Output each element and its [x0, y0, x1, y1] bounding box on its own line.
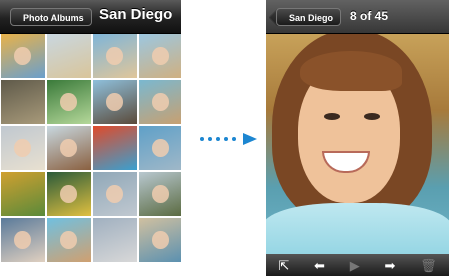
- photo-eye: [324, 113, 340, 120]
- photo-thumbnail[interactable]: [1, 34, 45, 78]
- photo-towel: [266, 203, 449, 254]
- photo-bangs: [300, 51, 402, 91]
- photo-thumbnail[interactable]: [139, 172, 181, 216]
- photo-counter: 8 of 45: [350, 9, 389, 23]
- trash-icon[interactable]: 🗑: [420, 259, 437, 272]
- dot: [200, 137, 204, 141]
- full-photo[interactable]: [266, 33, 449, 254]
- photo-toolbar: ⇱ ⬅ ▶ ➡ 🗑: [266, 254, 449, 276]
- arrow-right-icon[interactable]: ➡: [384, 259, 395, 272]
- play-icon[interactable]: ▶: [350, 259, 360, 272]
- transition-arrow-icon: [243, 133, 257, 145]
- photo-thumbnail[interactable]: [93, 172, 137, 216]
- photo-thumbnail[interactable]: [1, 80, 45, 124]
- photo-thumbnail[interactable]: [1, 126, 45, 170]
- photo-eye: [364, 113, 380, 120]
- photo-thumbnail[interactable]: [93, 80, 137, 124]
- photo-thumbnail[interactable]: [139, 34, 181, 78]
- photo-thumbnail[interactable]: [93, 34, 137, 78]
- photo-thumbnail[interactable]: [139, 126, 181, 170]
- photo-albums-back-button[interactable]: Photo Albums: [10, 8, 92, 26]
- photo-thumbnail[interactable]: [47, 172, 91, 216]
- album-navbar: Photo Albums San Diego: [0, 0, 181, 34]
- transition-dots: [200, 137, 240, 141]
- photo-view-screen: San Diego 8 of 45 ⇱ ⬅ ▶ ➡ 🗑: [266, 0, 449, 276]
- dot: [224, 137, 228, 141]
- share-icon[interactable]: ⇱: [278, 259, 289, 272]
- dot: [208, 137, 212, 141]
- photo-thumbnail[interactable]: [47, 80, 91, 124]
- thumbnail-grid: [1, 34, 181, 262]
- photo-thumbnail[interactable]: [93, 126, 137, 170]
- photo-thumbnail[interactable]: [47, 34, 91, 78]
- arrow-left-icon[interactable]: ⬅: [314, 259, 325, 272]
- album-title: San Diego: [99, 6, 173, 23]
- dot: [232, 137, 236, 141]
- photo-thumbnail[interactable]: [139, 218, 181, 262]
- photo-thumbnail[interactable]: [47, 126, 91, 170]
- photo-thumbnail[interactable]: [93, 218, 137, 262]
- photo-thumbnail[interactable]: [47, 218, 91, 262]
- photo-thumbnail[interactable]: [1, 218, 45, 262]
- photo-thumbnail[interactable]: [1, 172, 45, 216]
- san-diego-back-button[interactable]: San Diego: [276, 8, 342, 26]
- photo-thumbnail[interactable]: [139, 80, 181, 124]
- photo-navbar: San Diego 8 of 45: [266, 0, 449, 34]
- dot: [216, 137, 220, 141]
- album-screen: Photo Albums San Diego: [0, 0, 181, 276]
